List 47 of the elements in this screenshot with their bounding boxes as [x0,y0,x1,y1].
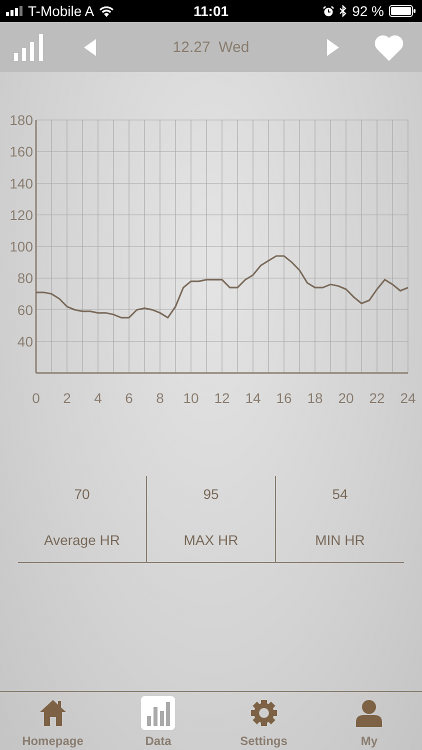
y-tick-label: 160 [10,144,33,160]
x-tick-label: 2 [63,390,71,406]
clock-time: 11:01 [193,3,229,19]
date-label: 12.27 Wed [172,38,250,56]
tab-bar-item[interactable]: My [329,696,410,748]
x-tick-label: 24 [400,390,416,406]
stat-label: MAX HR [184,532,238,548]
x-tick-label: 18 [307,390,323,406]
battery-percent: 92 % [352,3,384,19]
x-tick-label: 14 [245,390,261,406]
y-tick-label: 140 [10,175,33,192]
house-icon [38,698,68,728]
stat-value: 95 [203,486,219,502]
x-tick-label: 8 [156,390,164,406]
battery-icon [389,5,416,17]
x-tick-label: 0 [32,390,40,406]
previous-day-arrow-icon[interactable] [84,38,96,56]
heart-icon[interactable] [374,34,404,60]
carrier-name: T-Mobile A [28,3,94,19]
next-day-arrow-icon[interactable] [326,38,338,56]
tab-bar-item[interactable]: Settings [224,696,304,748]
y-tick-label: 100 [10,238,33,254]
x-tick-label: 20 [338,390,354,406]
tab-bar-item[interactable]: Data [118,696,198,748]
x-tick-label: 22 [369,390,385,406]
x-tick-label: 4 [94,390,102,406]
y-tick-label: 60 [17,302,33,318]
x-tick-label: 6 [125,390,133,406]
y-tick-label: 80 [17,270,33,286]
cellular-signal-icon [6,6,23,16]
tab-bar-item[interactable]: Homepage [12,696,93,748]
x-tick-label: 10 [183,390,199,406]
person-icon [355,699,384,727]
bar-chart-icon [146,700,170,726]
stat-label: MIN HR [315,532,365,548]
bluetooth-icon [339,5,348,17]
x-tick-label: 12 [214,390,230,406]
wifi-icon [99,6,114,16]
stat-label: Average HR [44,532,120,548]
y-tick-label: 180 [10,112,33,128]
y-tick-label: 120 [10,206,33,223]
x-tick-label: 16 [276,390,292,406]
stat-value: 54 [332,486,348,502]
y-tick-label: 40 [17,333,33,350]
stat-value: 70 [74,486,90,502]
alarm-clock-icon [323,6,334,16]
gear-icon [250,699,278,727]
